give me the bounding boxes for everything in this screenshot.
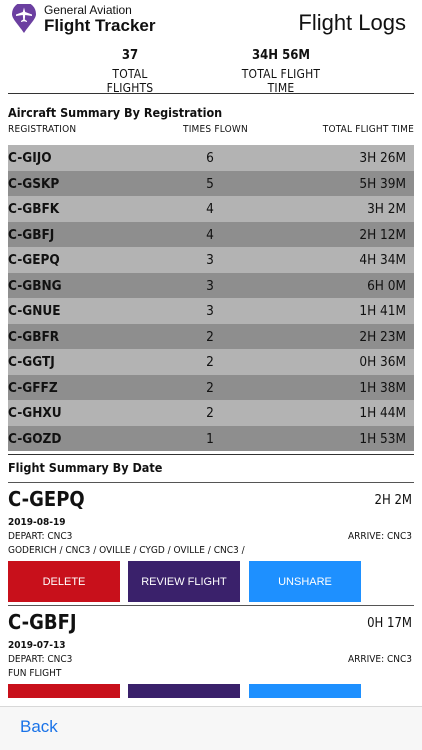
row-flight-time: 1H 38M <box>359 379 406 396</box>
review-flight-button[interactable] <box>128 684 240 698</box>
row-flight-time: 5H 39M <box>359 175 406 192</box>
row-registration: C-GBFJ <box>8 226 55 243</box>
flight-card: C-GBFJ 0H 17M 2019-07-13 DEPART: CNC3 AR… <box>8 610 414 700</box>
table-row: C-GNUE 3 1H 41M <box>8 298 414 324</box>
row-flight-time: 2H 23M <box>359 328 406 345</box>
row-times-flown: 1 <box>206 430 214 447</box>
total-flights-value: 37 <box>121 48 139 63</box>
table-row: C-GGTJ 2 0H 36M <box>8 349 414 375</box>
page-title: Flight Logs <box>298 10 406 35</box>
row-times-flown: 4 <box>206 226 214 243</box>
table-row: C-GEPQ 3 4H 34M <box>8 247 414 273</box>
row-times-flown: 2 <box>206 328 214 345</box>
unshare-button[interactable] <box>249 684 361 698</box>
aircraft-summary-table: C-GIJO 6 3H 26M C-GSKP 5 5H 39M C-GBFK 4 3H 2M… <box>8 145 414 451</box>
divider <box>8 605 414 606</box>
row-registration: C-GIJO <box>8 150 52 166</box>
flight-depart: DEPART: CNC3 <box>8 654 73 665</box>
divider <box>8 93 414 94</box>
unshare-button[interactable]: UNSHARE <box>249 561 361 602</box>
total-time-stat: 34H 56M TOTAL FLIGHT TIME <box>228 48 334 95</box>
table-row: C-GOZD 1 1H 53M <box>8 425 414 451</box>
delete-button[interactable] <box>8 684 120 698</box>
flight-depart: DEPART: CNC3 <box>8 531 73 542</box>
table-row: C-GBFJ 4 2H 12M <box>8 221 414 247</box>
row-flight-time: 1H 53M <box>359 430 406 447</box>
row-flight-time: 0H 36M <box>359 354 406 370</box>
row-registration: C-GBFR <box>8 328 60 345</box>
row-times-flown: 2 <box>206 405 214 421</box>
brand-title: Flight Tracker <box>44 16 156 35</box>
total-time-value: 34H 56M <box>251 48 311 63</box>
row-registration: C-GOZD <box>8 430 62 447</box>
flight-summary-title: Flight Summary By Date <box>8 460 163 475</box>
brand-subtitle: General Aviation <box>44 3 132 17</box>
table-row: C-GIJO 6 3H 26M <box>8 145 414 171</box>
flight-card: C-GEPQ 2H 2M 2019-08-19 DEPART: CNC3 ARR… <box>8 487 414 607</box>
row-registration: C-GNUE <box>8 303 61 319</box>
total-flights-stat: 37 TOTAL FLIGHTS <box>90 48 170 95</box>
flight-duration: 0H 17M <box>367 616 412 631</box>
row-times-flown: 3 <box>206 303 214 319</box>
row-registration: C-GHXU <box>8 405 62 421</box>
flight-arrive: ARRIVE: CNC3 <box>347 654 412 665</box>
total-time-label: TOTAL FLIGHT TIME <box>241 67 321 95</box>
row-registration: C-GSKP <box>8 175 60 192</box>
table-row: C-GBNG 3 6H 0M <box>8 272 414 298</box>
divider <box>8 482 414 483</box>
flight-date: 2019-08-19 <box>8 517 66 528</box>
row-flight-time: 1H 41M <box>359 303 406 319</box>
row-flight-time: 6H 0M <box>367 277 406 294</box>
flight-arrive: ARRIVE: CNC3 <box>347 531 412 542</box>
divider <box>8 454 414 455</box>
row-times-flown: 5 <box>206 175 214 192</box>
total-flights-label: TOTAL FLIGHTS <box>106 67 154 95</box>
row-registration: C-GBNG <box>8 277 62 294</box>
row-times-flown: 3 <box>206 277 214 294</box>
delete-button[interactable]: DELETE <box>8 561 120 602</box>
row-registration: C-GGTJ <box>8 354 55 370</box>
row-times-flown: 4 <box>206 201 214 217</box>
plane-location-icon <box>12 4 36 33</box>
table-row: C-GHXU 2 1H 44M <box>8 400 414 426</box>
row-times-flown: 2 <box>206 354 214 370</box>
bottom-toolbar: Back <box>0 706 422 750</box>
row-flight-time: 1H 44M <box>359 405 406 421</box>
back-button[interactable]: Back <box>20 717 58 737</box>
row-flight-time: 3H 26M <box>359 150 406 166</box>
app-header: General Aviation Flight Tracker Flight L… <box>0 0 422 46</box>
row-registration: C-GFFZ <box>8 379 58 396</box>
flight-duration: 2H 2M <box>374 493 412 508</box>
row-flight-time: 2H 12M <box>359 226 406 243</box>
table-row: C-GBFR 2 2H 23M <box>8 323 414 349</box>
review-flight-button[interactable]: REVIEW FLIGHT <box>128 561 240 602</box>
table-row: C-GFFZ 2 1H 38M <box>8 374 414 400</box>
flight-notes: FUN FLIGHT <box>8 668 62 679</box>
row-times-flown: 6 <box>206 150 214 166</box>
table-row: C-GBFK 4 3H 2M <box>8 196 414 222</box>
row-registration: C-GBFK <box>8 201 60 217</box>
column-header-total-time: TOTAL FLIGHT TIME <box>322 124 414 135</box>
row-flight-time: 4H 34M <box>359 252 406 268</box>
column-header-registration: REGISTRATION <box>8 124 77 135</box>
row-times-flown: 3 <box>206 252 214 268</box>
flight-date: 2019-07-13 <box>8 640 66 651</box>
flight-registration: C-GBFJ <box>8 610 77 634</box>
flight-notes: GODERICH / CNC3 / OVILLE / CYGD / OVILLE… <box>8 545 245 556</box>
row-times-flown: 2 <box>206 379 214 396</box>
aircraft-summary-title: Aircraft Summary By Registration <box>8 105 223 120</box>
row-flight-time: 3H 2M <box>367 201 406 217</box>
row-registration: C-GEPQ <box>8 252 60 268</box>
column-header-times-flown: TIMES FLOWN <box>183 124 248 135</box>
table-row: C-GSKP 5 5H 39M <box>8 170 414 196</box>
flight-registration: C-GEPQ <box>8 487 85 511</box>
stats-summary: 37 TOTAL FLIGHTS 34H 56M TOTAL FLIGHT TI… <box>0 48 422 95</box>
